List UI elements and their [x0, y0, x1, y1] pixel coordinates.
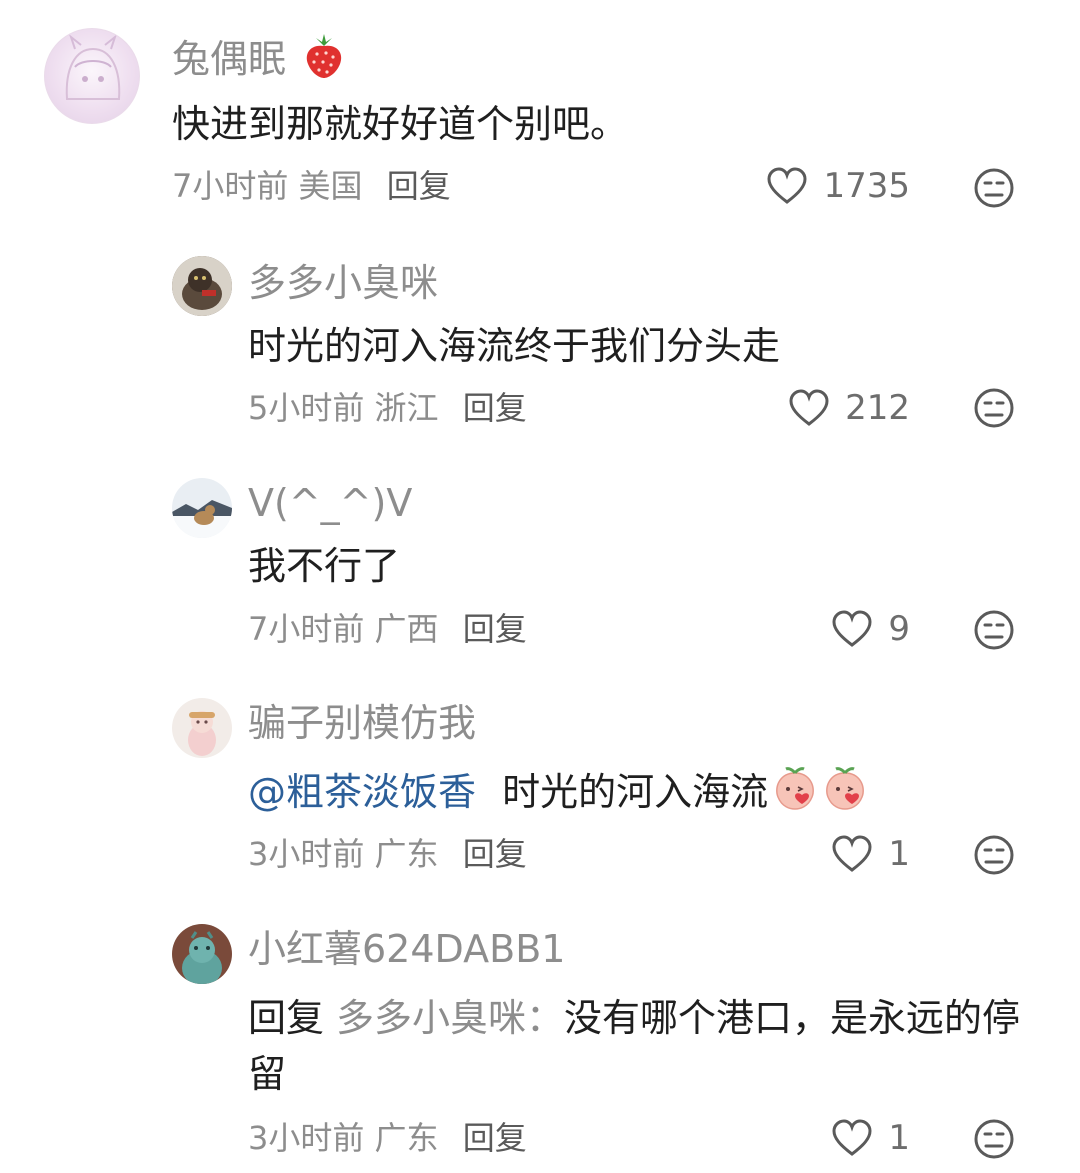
peach-kiss-emoji-icon — [772, 765, 818, 811]
like-count: 9 — [888, 609, 910, 649]
username[interactable]: V(^_^)V — [248, 480, 412, 526]
comment-meta: 5小时前 浙江 回复 — [248, 388, 527, 428]
comment-meta: 7小时前 美国 回复 — [172, 166, 451, 206]
neutral-face-icon[interactable] — [972, 1117, 1016, 1161]
reply-button[interactable]: 回复 — [387, 167, 451, 205]
comment-time: 7小时前 — [172, 167, 289, 205]
heart-outline-icon — [832, 610, 872, 647]
comment-text: 回复 多多小臭咪：没有哪个港口，是永远的停留 — [248, 990, 1028, 1102]
comment-text: 时光的河入海流终于我们分头走 — [248, 324, 781, 368]
reply-button[interactable]: 回复 — [463, 835, 527, 873]
comment-item: 兔偶眠 快进到那就好好道个别吧。 7小时前 美国 回复 1735 — [0, 0, 1080, 230]
comment-meta: 3小时前 广东 回复 — [248, 1118, 527, 1158]
reply-prefix: 回复 — [248, 996, 325, 1040]
like-count: 1 — [888, 834, 910, 874]
like-count: 1 — [888, 1118, 910, 1158]
comment-meta: 7小时前 广西 回复 — [248, 609, 527, 649]
like-button[interactable]: 1 — [830, 1114, 910, 1162]
comment-text: 我不行了 — [248, 544, 401, 588]
comment-time: 7小时前 — [248, 610, 365, 648]
neutral-face-icon[interactable] — [972, 386, 1016, 430]
peach-kiss-emoji-icon — [822, 765, 868, 811]
username[interactable]: 骗子别模仿我 — [248, 700, 476, 746]
avatar[interactable] — [44, 28, 140, 124]
comment-time: 3小时前 — [248, 835, 365, 873]
like-button[interactable]: 1 — [830, 830, 910, 878]
username[interactable]: 多多小臭咪 — [248, 260, 438, 306]
username[interactable]: 小红薯624DABB1 — [248, 926, 565, 972]
reply-button[interactable]: 回复 — [463, 389, 527, 427]
reply-button[interactable]: 回复 — [463, 1119, 527, 1157]
reply-item: 小红薯624DABB1 回复 多多小臭咪：没有哪个港口，是永远的停留 3小时前 广… — [0, 910, 1080, 1173]
avatar[interactable] — [172, 924, 232, 984]
neutral-face-icon[interactable] — [972, 166, 1016, 210]
comment-body: 时光的河入海流 — [502, 770, 769, 814]
neutral-face-icon[interactable] — [972, 608, 1016, 652]
avatar[interactable] — [172, 698, 232, 758]
like-count: 1735 — [823, 166, 910, 206]
comment-text: @粗茶淡饭香 时光的河入海流 — [248, 764, 868, 820]
comment-location: 浙江 — [374, 389, 439, 427]
comment-text: 快进到那就好好道个别吧。 — [172, 102, 629, 146]
like-button[interactable]: 212 — [787, 384, 910, 432]
heart-outline-icon — [767, 167, 807, 204]
like-button[interactable]: 9 — [830, 605, 910, 653]
reply-item: V(^_^)V 我不行了 7小时前 广西 回复 9 — [0, 460, 1080, 680]
heart-outline-icon — [832, 835, 872, 872]
comment-location: 美国 — [298, 167, 363, 205]
comment-meta: 3小时前 广东 回复 — [248, 834, 527, 874]
heart-outline-icon — [832, 1119, 872, 1156]
neutral-face-icon[interactable] — [972, 833, 1016, 877]
comment-time: 3小时前 — [248, 1119, 365, 1157]
comment-location: 广西 — [374, 610, 439, 648]
avatar[interactable] — [172, 256, 232, 316]
reply-target-username[interactable]: 多多小臭咪： — [336, 996, 564, 1040]
strawberry-emoji-icon — [302, 32, 346, 80]
username[interactable]: 兔偶眠 — [172, 32, 346, 82]
like-button[interactable]: 1735 — [765, 162, 910, 210]
comment-location: 广东 — [374, 835, 439, 873]
like-count: 212 — [845, 388, 910, 428]
comment-location: 广东 — [374, 1119, 439, 1157]
reply-item: 骗子别模仿我 @粗茶淡饭香 时光的河入海流 3小时前 广东 回复 1 — [0, 680, 1080, 910]
avatar[interactable] — [172, 478, 232, 538]
reply-button[interactable]: 回复 — [463, 610, 527, 648]
heart-outline-icon — [789, 389, 829, 426]
comment-time: 5小时前 — [248, 389, 365, 427]
reply-item: 多多小臭咪 时光的河入海流终于我们分头走 5小时前 浙江 回复 212 — [0, 230, 1080, 460]
mention-link[interactable]: @粗茶淡饭香 — [248, 770, 476, 814]
